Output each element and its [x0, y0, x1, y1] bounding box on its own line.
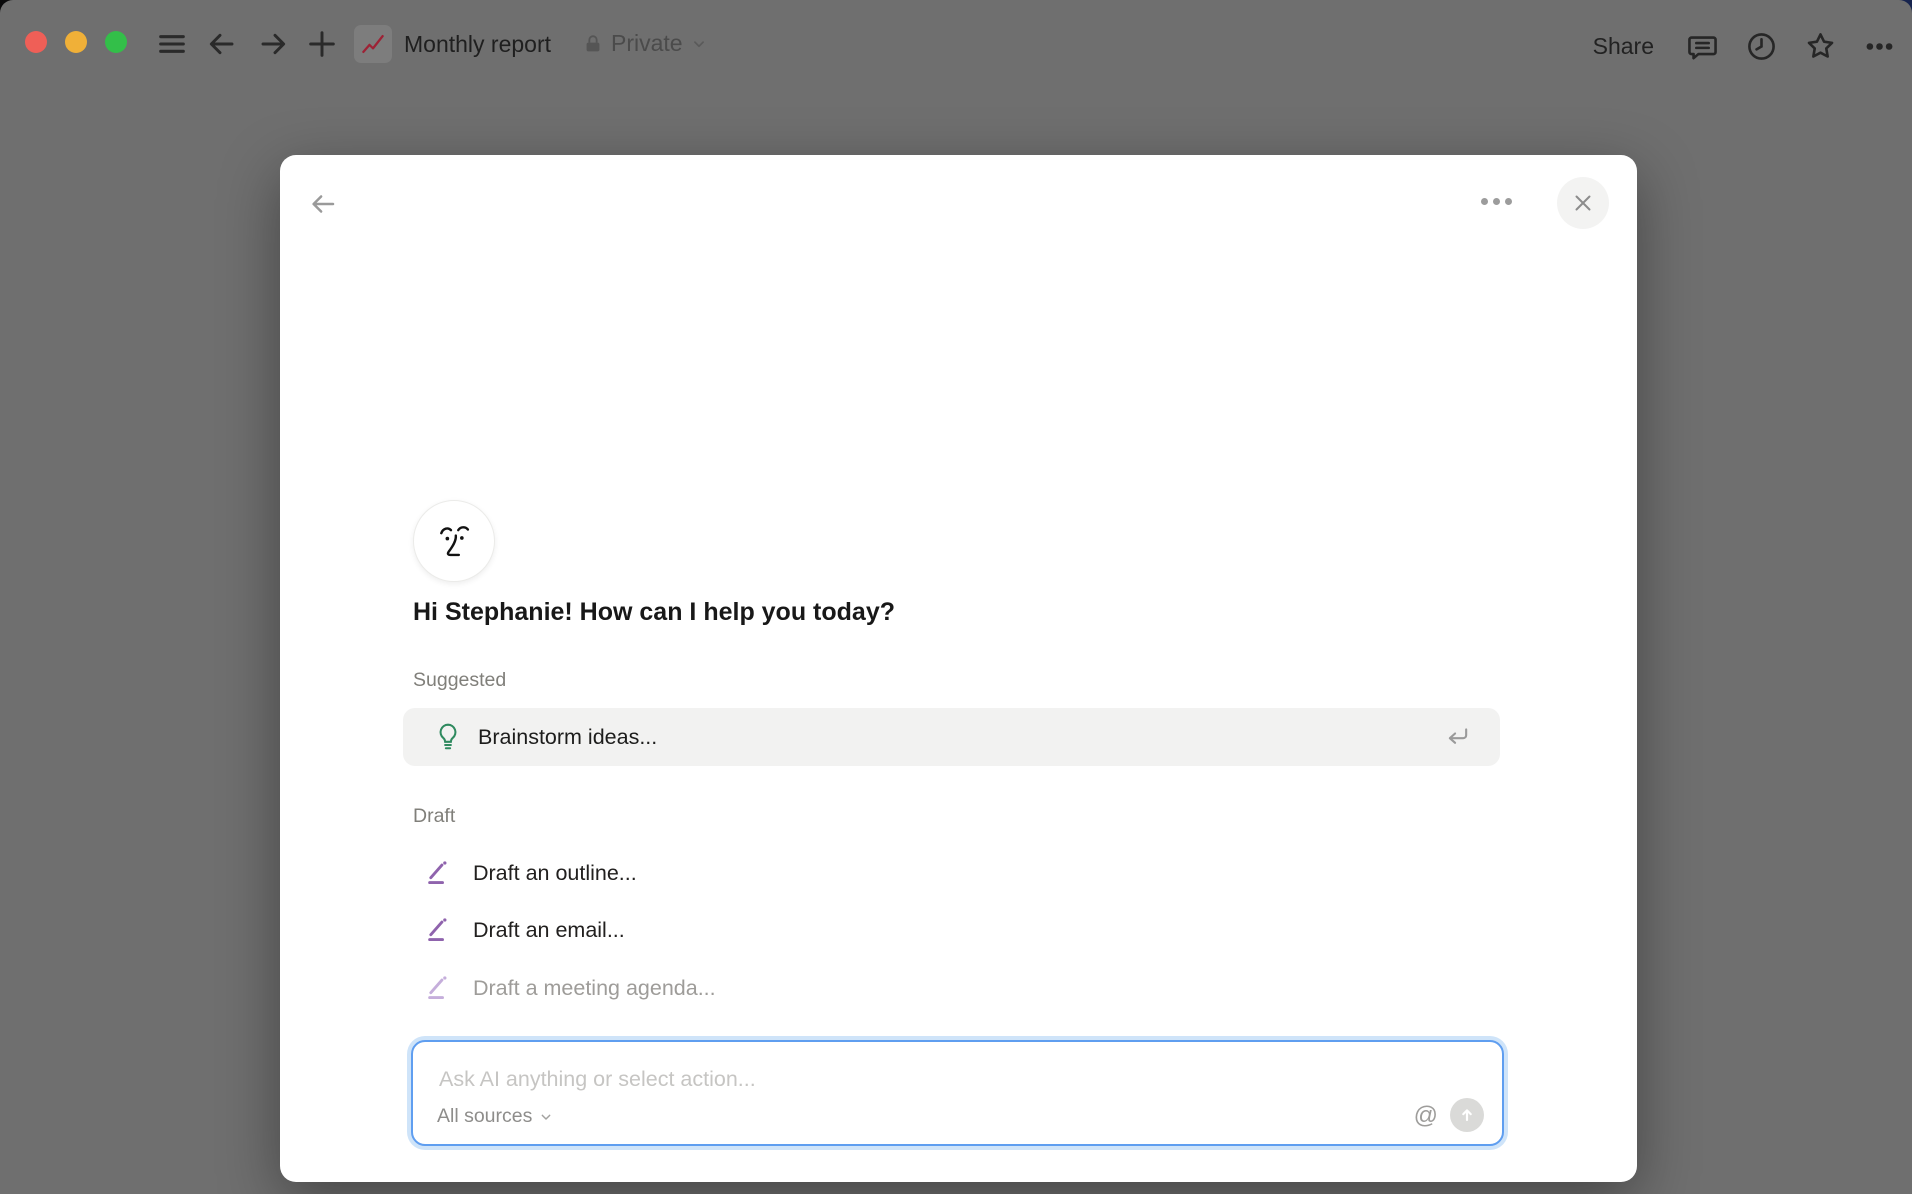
draft-item-email[interactable]: Draft an email... — [413, 908, 1500, 952]
ai-greeting: Hi Stephanie! How can I help you today? — [413, 598, 895, 627]
back-arrow-icon[interactable] — [206, 28, 238, 60]
arrow-up-icon — [1457, 1105, 1477, 1125]
lightbulb-icon — [435, 722, 461, 752]
ai-prompt-input[interactable] — [437, 1058, 1341, 1100]
draft-item-label: Draft an outline... — [473, 861, 637, 886]
all-sources-label: All sources — [437, 1105, 532, 1128]
page-chart-icon[interactable] — [354, 25, 392, 63]
history-clock-icon[interactable] — [1745, 30, 1778, 63]
draft-item-meeting-agenda[interactable]: Draft a meeting agenda... — [413, 966, 1500, 1010]
more-options-icon[interactable] — [1863, 30, 1896, 63]
section-label-draft: Draft — [413, 805, 455, 828]
traffic-minimize-button[interactable] — [65, 31, 87, 53]
enter-return-icon — [1444, 723, 1472, 751]
ai-prompt-inputbox: All sources @ — [411, 1040, 1504, 1146]
draft-item-label: Draft an email... — [473, 918, 625, 943]
modal-more-options-icon[interactable] — [1481, 195, 1517, 207]
suggested-item-brainstorm[interactable]: Brainstorm ideas... — [403, 708, 1500, 766]
section-label-suggested: Suggested — [413, 669, 506, 692]
sidebar-menu-icon[interactable] — [156, 28, 188, 60]
privacy-control[interactable]: Private — [582, 30, 708, 57]
ai-face-avatar — [413, 500, 495, 582]
titlebar: Monthly report Private Share — [0, 0, 1912, 76]
pencil-icon — [425, 974, 453, 1002]
draft-item-outline[interactable]: Draft an outline... — [413, 851, 1500, 895]
all-sources-selector[interactable]: All sources — [437, 1105, 554, 1128]
page-title[interactable]: Monthly report — [404, 31, 551, 58]
modal-close-button[interactable] — [1557, 177, 1609, 229]
close-icon — [1571, 191, 1595, 215]
mention-at-button[interactable]: @ — [1414, 1102, 1438, 1130]
draft-item-label: Draft a meeting agenda... — [473, 976, 716, 1001]
favorite-star-icon[interactable] — [1804, 30, 1837, 63]
notion-window: Monthly report Private Share — [0, 0, 1912, 1194]
chevron-down-icon — [538, 1109, 554, 1125]
traffic-close-button[interactable] — [25, 31, 47, 53]
pencil-icon — [425, 859, 453, 887]
ai-assistant-modal: Hi Stephanie! How can I help you today? … — [280, 155, 1637, 1182]
traffic-zoom-button[interactable] — [105, 31, 127, 53]
modal-back-arrow-icon[interactable] — [308, 189, 338, 219]
privacy-label: Private — [611, 30, 683, 57]
share-button[interactable]: Share — [1587, 33, 1660, 60]
send-button[interactable] — [1450, 1098, 1484, 1132]
comments-icon[interactable] — [1686, 30, 1719, 63]
titlebar-actions: Share — [1587, 24, 1896, 68]
chevron-down-icon — [690, 35, 708, 53]
suggested-item-label: Brainstorm ideas... — [478, 725, 657, 750]
new-page-plus-icon[interactable] — [306, 28, 338, 60]
pencil-icon — [425, 916, 453, 944]
forward-arrow-icon[interactable] — [257, 28, 289, 60]
